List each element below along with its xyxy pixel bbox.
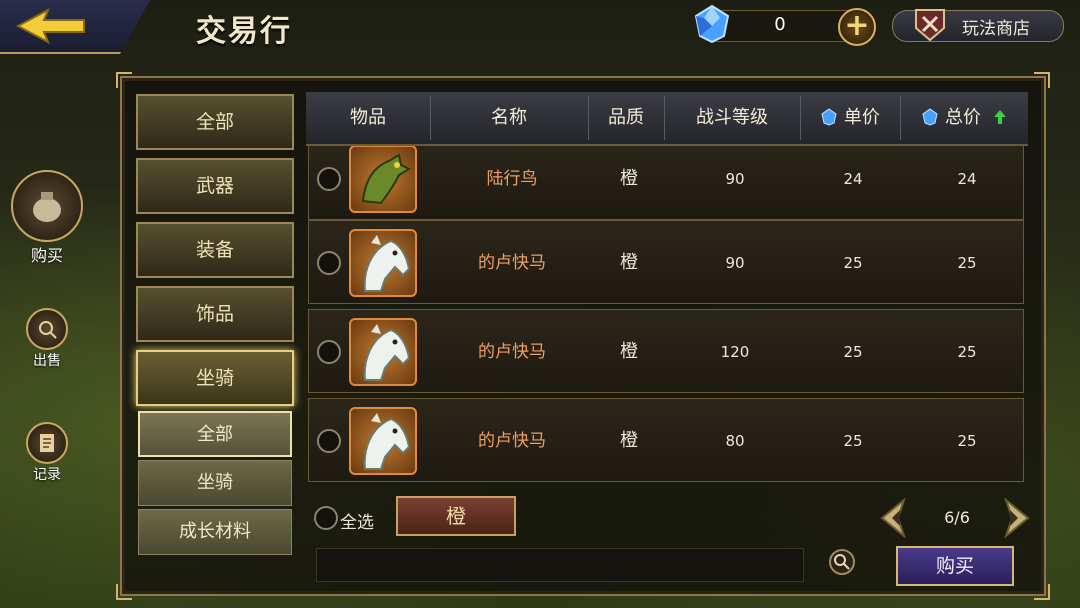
header-total-price[interactable]: 总价	[900, 92, 1028, 144]
header-total-price-label: 总价	[945, 107, 981, 128]
item-level: 90	[725, 254, 745, 272]
category-all[interactable]: 全部	[136, 94, 294, 150]
back-button[interactable]	[0, 0, 150, 54]
buy-button[interactable]: 购买	[896, 546, 1014, 586]
coin-bag-icon	[11, 170, 83, 242]
panel-corner	[1034, 72, 1050, 88]
sort-ascending-arrow-icon[interactable]	[993, 109, 1007, 125]
page-indicator: 6/6	[944, 508, 970, 527]
table-row[interactable]: 的卢快马 橙 120 25 25	[308, 309, 1024, 393]
item-quality: 橙	[620, 252, 638, 273]
top-bar: 交易行 0 + 玩法商店	[0, 0, 1080, 54]
category-equipment[interactable]: 装备	[136, 222, 294, 278]
side-nav-buy[interactable]: 购买	[10, 170, 84, 266]
category-weapon[interactable]: 武器	[136, 158, 294, 214]
table-row[interactable]: 陆行鸟 橙 90 24 24	[308, 146, 1024, 220]
shop-emblem-icon	[915, 9, 945, 42]
row-select-radio[interactable]	[317, 167, 341, 191]
row-select-radio[interactable]	[317, 429, 341, 453]
item-total-price: 25	[957, 343, 977, 361]
select-all-label[interactable]: 全选	[340, 508, 374, 533]
gem-count: 0	[774, 14, 786, 35]
white-horse-icon	[349, 229, 417, 297]
item-level: 80	[725, 432, 745, 450]
side-nav-buy-label: 购买	[30, 246, 63, 265]
quality-filter-button[interactable]: 橙	[396, 496, 516, 536]
search-input[interactable]	[316, 548, 804, 582]
subcategory-growth-material[interactable]: 成长材料	[138, 509, 292, 555]
row-select-radio[interactable]	[317, 340, 341, 364]
header-item: 物品	[350, 107, 386, 128]
item-quality: 橙	[620, 341, 638, 362]
table-row[interactable]: 的卢快马 橙 80 25 25	[308, 398, 1024, 482]
header-quality: 品质	[608, 107, 644, 128]
dragon-mount-icon	[349, 146, 417, 213]
panel-corner	[1034, 584, 1050, 600]
table-header: 物品 名称 品质 战斗等级 单价 总价	[306, 92, 1028, 146]
item-level: 90	[725, 170, 745, 188]
item-name: 陆行鸟	[486, 169, 538, 189]
row-select-radio[interactable]	[317, 251, 341, 275]
item-unit-price: 24	[843, 170, 863, 188]
panel-corner	[116, 72, 132, 88]
item-name: 的卢快马	[478, 253, 546, 273]
item-name: 的卢快马	[478, 342, 546, 362]
side-nav-sell[interactable]: 出售	[22, 308, 72, 370]
blue-diamond-icon	[922, 108, 938, 126]
table-row[interactable]: 的卢快马 橙 90 25 25	[308, 220, 1024, 304]
item-unit-price: 25	[843, 343, 863, 361]
panel-corner	[116, 584, 132, 600]
next-page-icon[interactable]	[996, 498, 1036, 538]
header-unit-price[interactable]: 单价	[800, 92, 900, 144]
side-nav-record-label: 记录	[33, 467, 61, 483]
item-name: 的卢快马	[478, 431, 546, 451]
item-total-price: 24	[957, 170, 977, 188]
add-gems-button[interactable]: +	[838, 8, 876, 46]
item-list: 陆行鸟 橙 90 24 24 的卢快马 橙 90 25 25 的卢快马 橙 12…	[306, 146, 1028, 482]
blue-diamond-icon	[694, 4, 730, 44]
item-total-price: 25	[957, 432, 977, 450]
side-nav-record[interactable]: 记录	[22, 422, 72, 484]
shop-label: 玩法商店	[962, 19, 1030, 39]
header-name: 名称	[491, 107, 527, 128]
white-horse-icon	[349, 318, 417, 386]
sell-icon	[26, 308, 68, 350]
previous-page-icon[interactable]	[874, 498, 914, 538]
item-level: 120	[720, 343, 750, 361]
page-title: 交易行	[196, 14, 292, 49]
back-arrow-icon	[15, 7, 85, 45]
item-quality: 橙	[620, 168, 638, 189]
blue-diamond-icon	[821, 108, 837, 126]
item-unit-price: 25	[843, 432, 863, 450]
subcategory-mount[interactable]: 坐骑	[138, 460, 292, 506]
select-all-radio[interactable]	[314, 506, 338, 530]
category-accessory[interactable]: 饰品	[136, 286, 294, 342]
plus-icon: +	[844, 8, 870, 43]
subcategory-all[interactable]: 全部	[138, 411, 292, 457]
item-total-price: 25	[957, 254, 977, 272]
item-unit-price: 25	[843, 254, 863, 272]
search-icon[interactable]	[828, 548, 856, 576]
item-quality: 橙	[620, 430, 638, 451]
header-level[interactable]: 战斗等级	[664, 92, 800, 144]
header-unit-price-label: 单价	[843, 107, 880, 128]
scroll-record-icon	[26, 422, 68, 464]
category-mount[interactable]: 坐骑	[136, 350, 294, 406]
side-nav-sell-label: 出售	[33, 353, 61, 369]
white-horse-icon	[349, 407, 417, 475]
